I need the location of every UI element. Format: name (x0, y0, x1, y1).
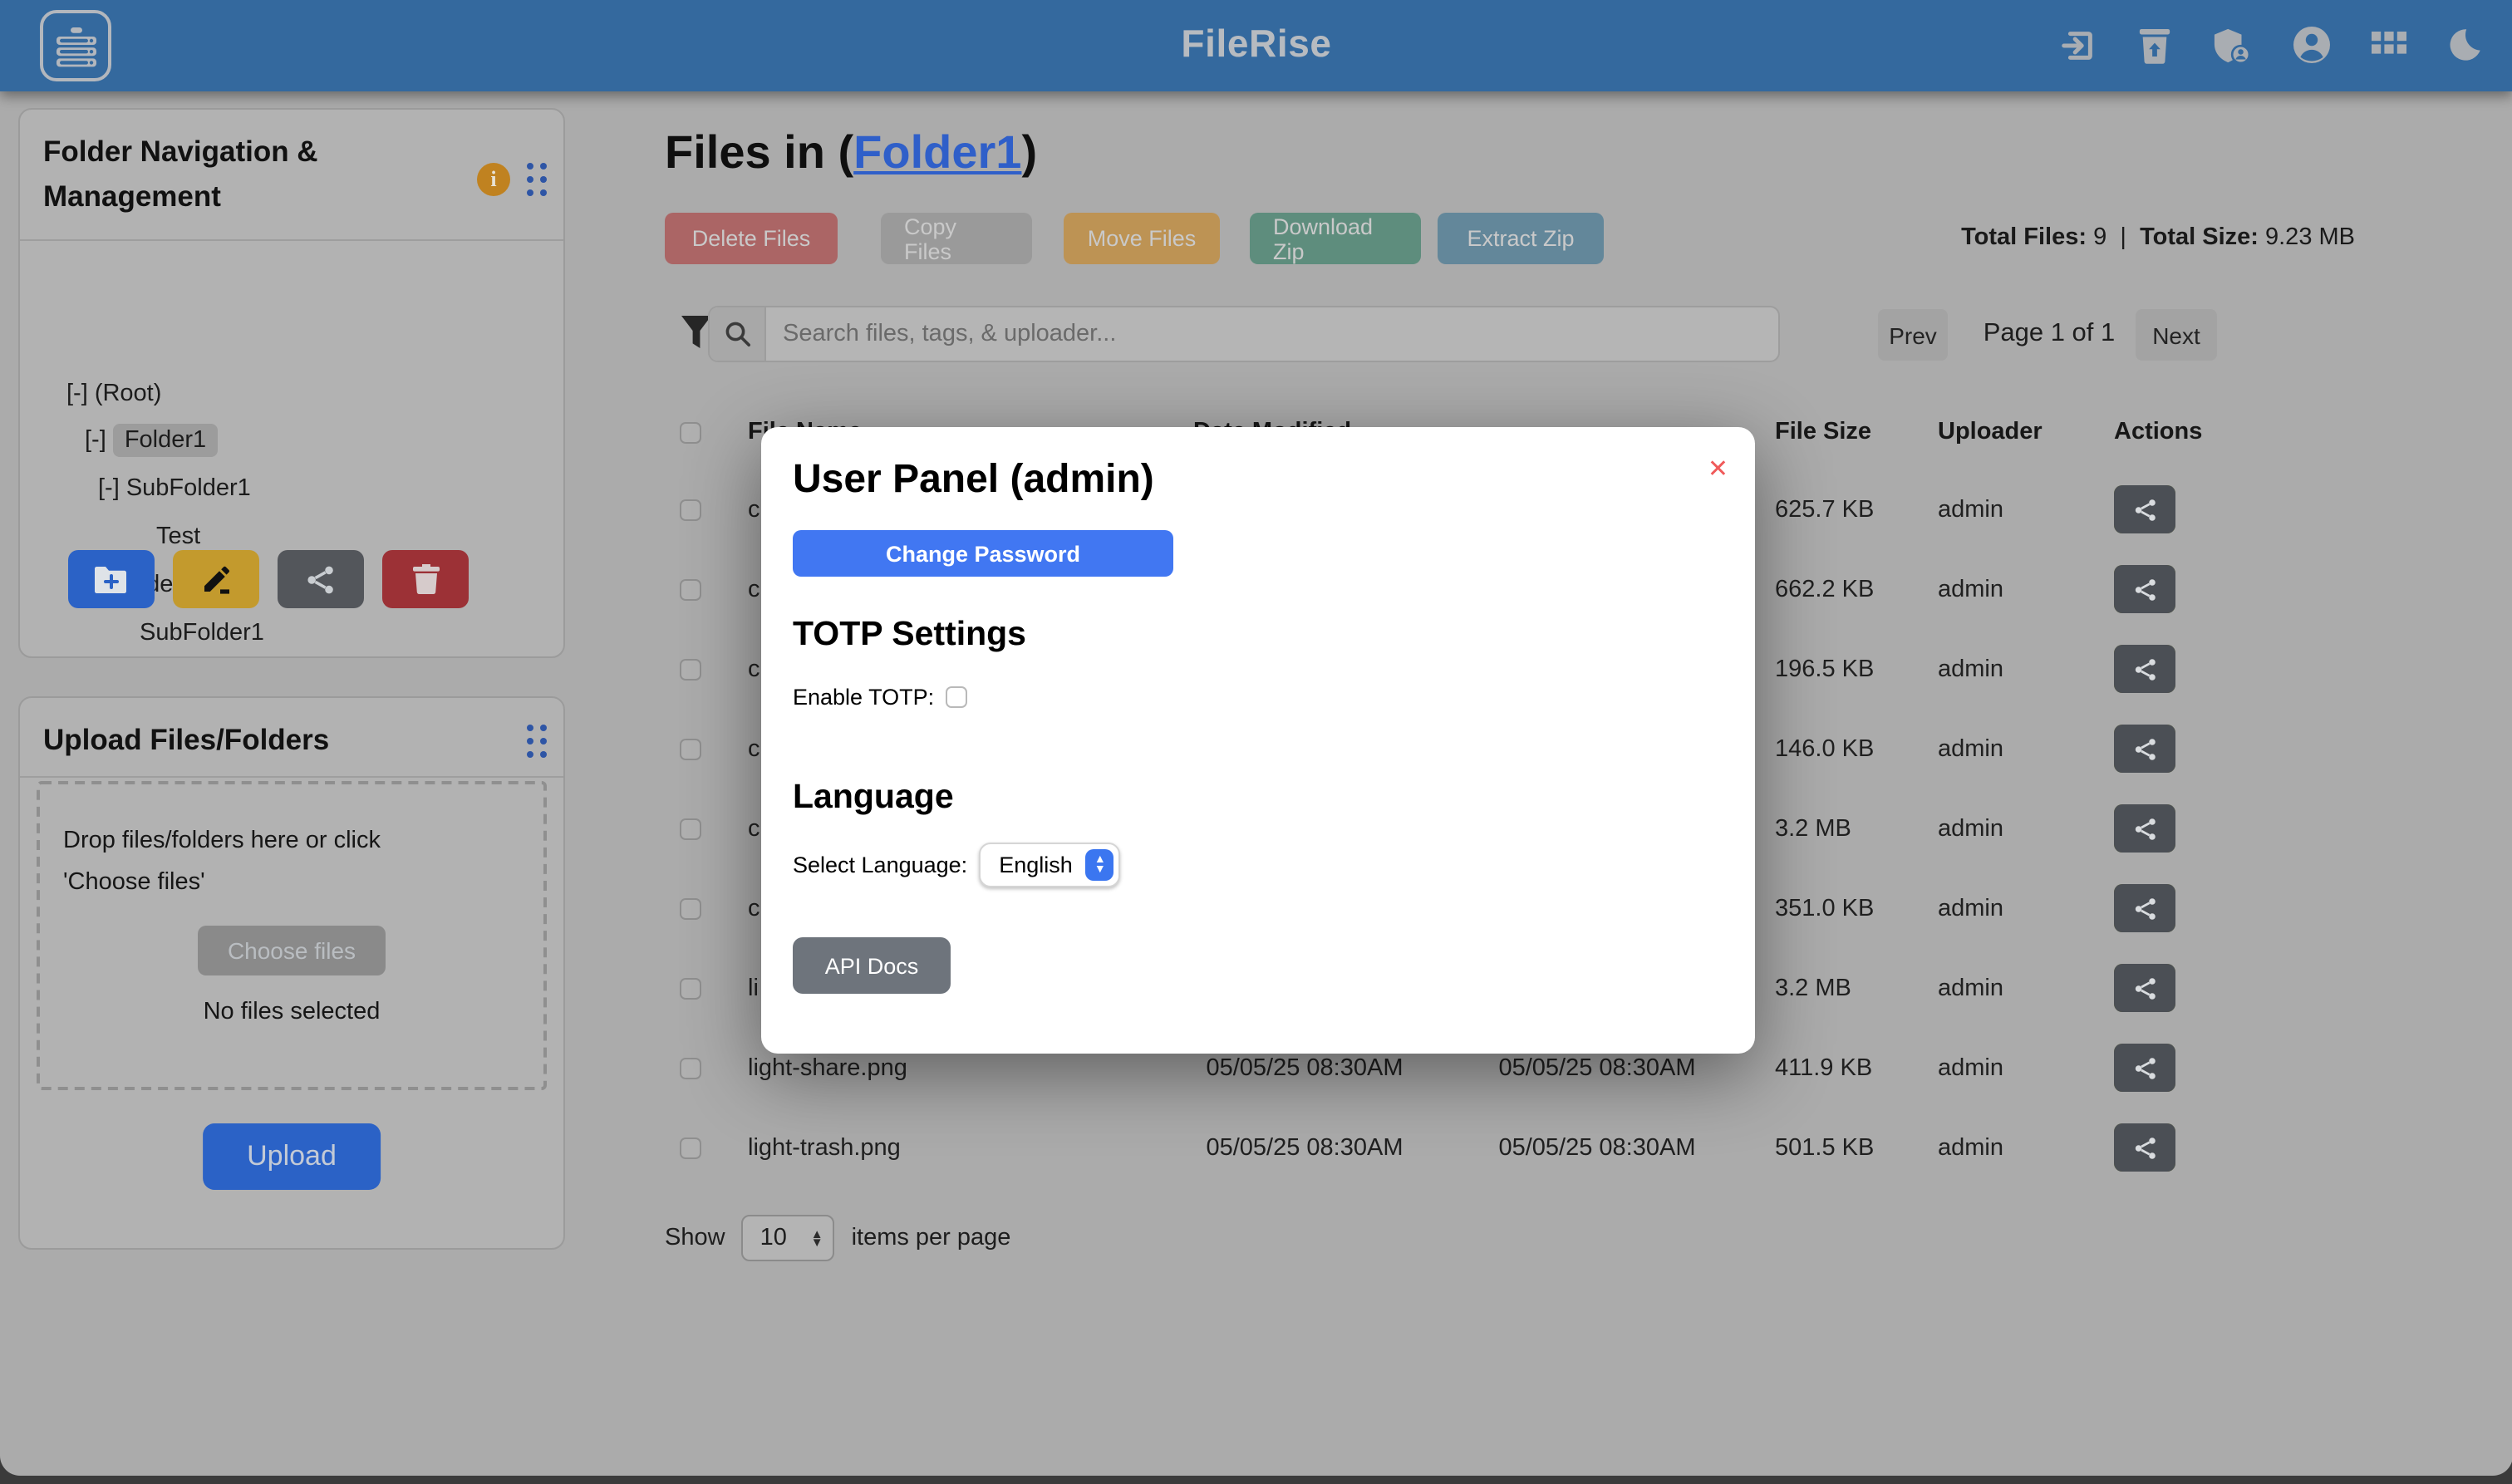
tree-item-root[interactable]: [-] (Root) (66, 381, 161, 408)
file-name[interactable]: c (748, 815, 760, 842)
share-button[interactable] (2114, 725, 2175, 773)
per-page-select[interactable]: 10 ▲▼ (742, 1215, 835, 1261)
file-name[interactable]: c (748, 656, 760, 682)
uploader: admin (1938, 576, 2003, 602)
file-name[interactable]: li (748, 975, 759, 1001)
file-name[interactable]: c (748, 895, 760, 921)
share-button[interactable] (2114, 884, 2175, 932)
items-per-page: Show 10 ▲▼ items per page (665, 1215, 1010, 1261)
current-folder-link[interactable]: Folder1 (853, 126, 1021, 178)
file-name[interactable]: light-trash.png (748, 1134, 901, 1161)
share-button[interactable] (2114, 1123, 2175, 1172)
close-icon[interactable]: ✕ (1708, 454, 1728, 484)
uploader: admin (1938, 496, 2003, 523)
move-files-button[interactable]: Move Files (1064, 213, 1220, 264)
uploader: admin (1938, 895, 2003, 921)
copy-files-button[interactable]: Copy Files (881, 213, 1032, 264)
uploader: admin (1938, 735, 2003, 762)
file-name[interactable]: c (748, 496, 760, 523)
upload-date: 05/05/25 08:30AM (1476, 1134, 1718, 1161)
language-select[interactable]: English ▲▼ (979, 843, 1121, 887)
download-zip-button[interactable]: Download Zip (1250, 213, 1421, 264)
table-row: light-trash.png 05/05/25 08:30AM 05/05/2… (0, 1123, 2512, 1172)
page-indicator: Page 1 of 1 (1969, 319, 2129, 349)
file-name[interactable]: light-share.png (748, 1054, 907, 1081)
api-docs-button[interactable]: API Docs (793, 937, 951, 994)
delete-files-button[interactable]: Delete Files (665, 213, 838, 264)
info-icon[interactable]: i (477, 163, 510, 196)
select-stepper-icon: ▲▼ (1086, 849, 1114, 881)
top-header: FileRise (0, 0, 2512, 91)
drag-handle-icon[interactable] (527, 163, 547, 196)
row-checkbox[interactable] (680, 818, 701, 839)
admin-shield-icon[interactable] (2212, 26, 2252, 64)
user-panel-modal: User Panel (admin) ✕ Change Password TOT… (761, 427, 1755, 1054)
share-button[interactable] (2114, 1044, 2175, 1092)
row-checkbox[interactable] (680, 977, 701, 999)
apps-grid-icon[interactable] (2372, 27, 2406, 62)
uploader: admin (1938, 1054, 2003, 1081)
select-all-checkbox[interactable] (680, 422, 701, 444)
file-size: 3.2 MB (1775, 815, 1851, 842)
col-uploader[interactable]: Uploader (1938, 419, 2043, 445)
file-size: 501.5 KB (1775, 1134, 1874, 1161)
uploader: admin (1938, 815, 2003, 842)
prev-page-button[interactable]: Prev (1878, 309, 1948, 361)
extract-zip-button[interactable]: Extract Zip (1438, 213, 1604, 264)
screen: FileRise Folder Navigation & (0, 0, 2512, 1484)
file-size: 196.5 KB (1775, 656, 1874, 682)
page-title: Files in (Folder1) (665, 126, 1037, 179)
share-button[interactable] (2114, 804, 2175, 853)
totals-summary: Total Files: 9 | Total Size: 9.23 MB (1961, 224, 2355, 251)
file-size: 146.0 KB (1775, 735, 1874, 762)
row-checkbox[interactable] (680, 897, 701, 919)
enable-totp-checkbox[interactable] (946, 686, 967, 708)
upload-date: 05/05/25 08:30AM (1476, 1054, 1718, 1081)
change-password-button[interactable]: Change Password (793, 530, 1173, 577)
file-size: 3.2 MB (1775, 975, 1851, 1001)
filerise-app: FileRise Folder Navigation & (0, 0, 2512, 1476)
row-checkbox[interactable] (680, 578, 701, 600)
date-modified: 05/05/25 08:30AM (1188, 1054, 1421, 1081)
enable-totp-row: Enable TOTP: (793, 685, 967, 710)
select-language-row: Select Language: English ▲▼ (793, 843, 1121, 887)
show-label: Show (665, 1225, 725, 1251)
select-arrows-icon: ▲▼ (811, 1230, 823, 1246)
language-heading: Language (793, 778, 954, 818)
share-button[interactable] (2114, 964, 2175, 1012)
modal-title: User Panel (admin) (793, 457, 1154, 504)
col-actions: Actions (2114, 419, 2202, 445)
share-button[interactable] (2114, 565, 2175, 613)
account-icon[interactable] (2292, 25, 2332, 65)
dark-mode-icon[interactable] (2446, 27, 2483, 63)
file-size: 662.2 KB (1775, 576, 1874, 602)
header-actions (2059, 25, 2483, 65)
col-file-size[interactable]: File Size (1775, 419, 1871, 445)
next-page-button[interactable]: Next (2136, 309, 2217, 361)
file-size: 625.7 KB (1775, 496, 1874, 523)
uploader: admin (1938, 975, 2003, 1001)
row-checkbox[interactable] (680, 1137, 701, 1158)
search-group (708, 306, 1780, 362)
share-button[interactable] (2114, 645, 2175, 693)
file-name[interactable]: c (748, 735, 760, 762)
row-checkbox[interactable] (680, 499, 701, 520)
row-checkbox[interactable] (680, 1057, 701, 1079)
file-size: 351.0 KB (1775, 895, 1874, 921)
date-modified: 05/05/25 08:30AM (1188, 1134, 1421, 1161)
uploader: admin (1938, 656, 2003, 682)
tree-item-folder2-subfolder1[interactable]: SubFolder1 (140, 621, 264, 647)
items-per-page-label: items per page (852, 1225, 1011, 1251)
search-input[interactable] (766, 307, 1778, 361)
uploader: admin (1938, 1134, 2003, 1161)
file-size: 411.9 KB (1775, 1054, 1872, 1081)
totp-settings-heading: TOTP Settings (793, 615, 1026, 655)
row-checkbox[interactable] (680, 658, 701, 680)
row-checkbox[interactable] (680, 738, 701, 759)
share-button[interactable] (2114, 485, 2175, 533)
logout-icon[interactable] (2059, 26, 2097, 64)
search-icon[interactable] (710, 307, 766, 361)
trash-restore-icon[interactable] (2137, 26, 2172, 64)
file-name[interactable]: c (748, 576, 760, 602)
